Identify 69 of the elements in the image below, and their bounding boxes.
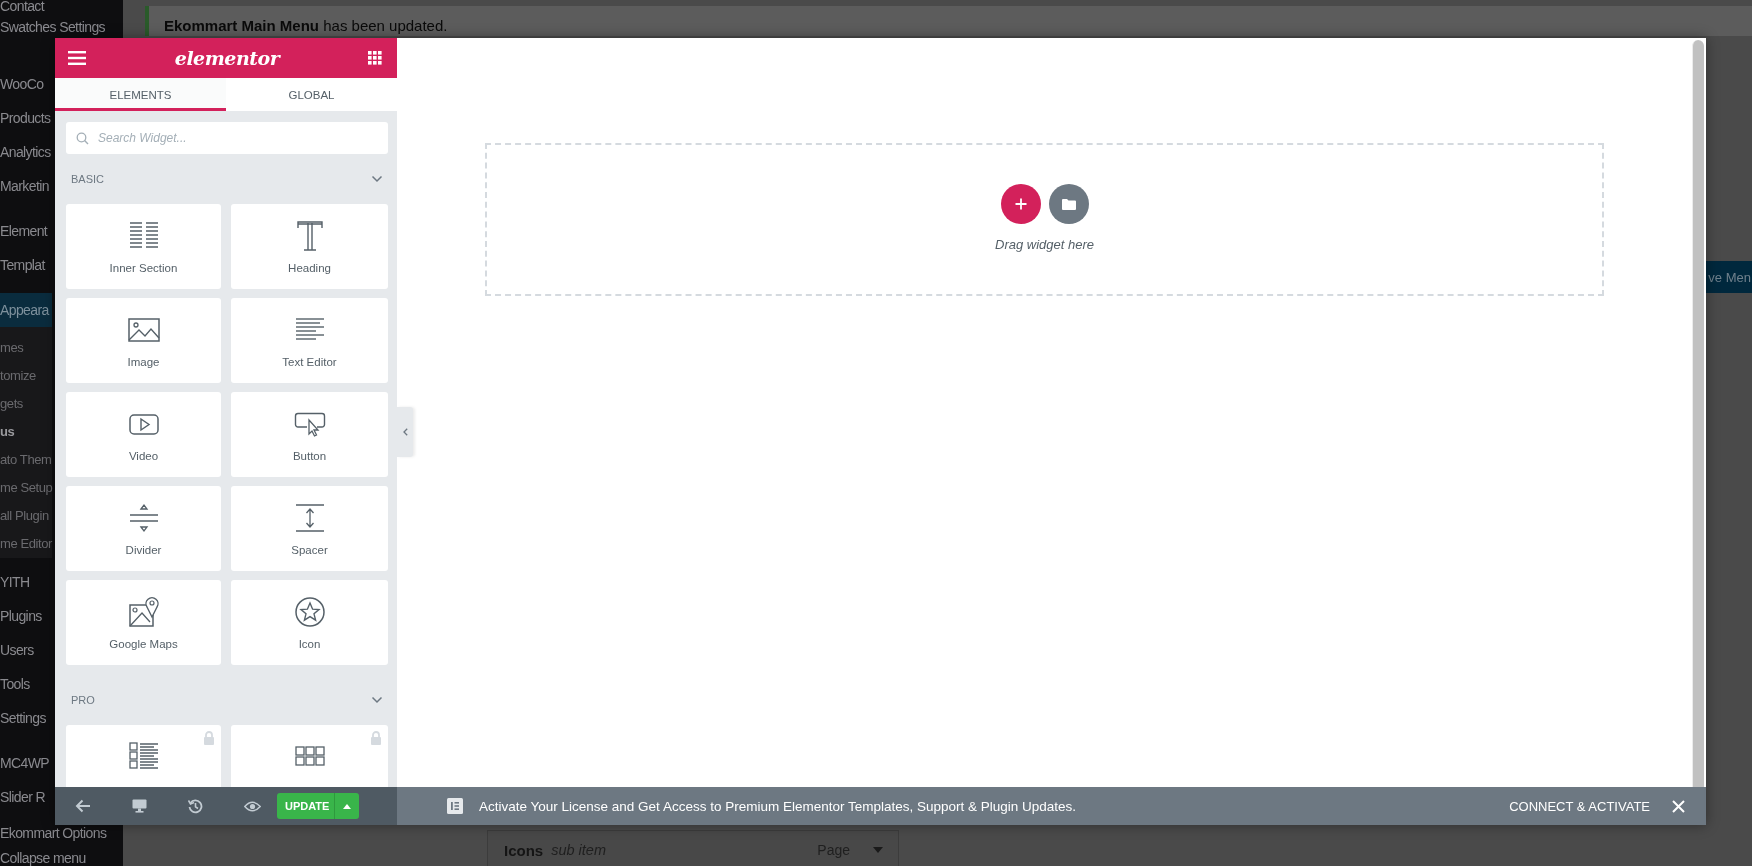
chevron-icon[interactable] (371, 696, 383, 704)
update-notice: Ekommart Main Menu has been updated. (145, 6, 1752, 36)
admin-menu-item[interactable]: Tools (0, 667, 52, 701)
elementor-logo-icon (447, 798, 463, 814)
admin-menu-item[interactable]: Appeara (0, 293, 52, 327)
widget-card[interactable] (231, 725, 388, 787)
chevron-icon[interactable] (371, 175, 383, 183)
admin-submenu-item[interactable]: me Editor (0, 530, 53, 558)
plus-icon (1014, 198, 1027, 210)
widget-card[interactable]: Icon (231, 580, 388, 665)
admin-submenu-item[interactable]: ato Them (0, 446, 52, 474)
admin-menu-item[interactable]: WooCo (0, 67, 52, 101)
widget-card[interactable]: Image (66, 298, 221, 383)
admin-submenu-item[interactable]: mes (0, 327, 52, 362)
admin-menu-item[interactable]: Element (0, 214, 52, 248)
widget-card[interactable]: Heading (231, 204, 388, 289)
search-icon (76, 132, 89, 145)
panel-tab[interactable]: ELEMENTS (55, 78, 226, 111)
widget-card[interactable]: Google Maps (66, 580, 221, 665)
add-template-button[interactable] (1048, 184, 1089, 224)
admin-menu-item[interactable]: Users (0, 633, 52, 667)
scrollbar[interactable] (1692, 40, 1704, 787)
widget-card[interactable]: Text Editor (231, 298, 388, 383)
admin-menu-item[interactable]: Contact (0, 0, 52, 17)
drop-zone[interactable]: Drag widget here (485, 143, 1604, 296)
search-field[interactable]: Search Widget... (66, 122, 388, 154)
widget-card[interactable]: Inner Section (66, 204, 221, 289)
admin-menu-item[interactable]: Marketin (0, 169, 52, 203)
license-message: Activate Your License and Get Access to Premium Elementor Templates, Support & Plugin Updates. (479, 798, 1077, 814)
history-icon[interactable] (188, 798, 203, 814)
chevron-left-icon (402, 428, 408, 436)
collapse-panel-handle[interactable] (397, 407, 413, 457)
menu-icon[interactable] (68, 51, 86, 65)
caret-icon (343, 803, 351, 809)
admin-submenu-item[interactable]: tomize (0, 362, 52, 390)
category-title: BASIC (71, 173, 104, 185)
admin-menu-item[interactable]: Collapse menu (0, 841, 86, 866)
admin-menu-item[interactable]: Templat (0, 248, 52, 282)
save-menu-button[interactable]: ve Men (1706, 261, 1752, 293)
admin-menu-item[interactable]: Analytics (0, 135, 52, 169)
desktop-icon[interactable] (132, 799, 147, 813)
admin-menu-item[interactable]: Ekommart Options (0, 825, 107, 841)
close-icon[interactable] (1672, 799, 1685, 813)
connect-activate-link[interactable]: CONNECT & ACTIVATE (1509, 798, 1650, 814)
widget-card[interactable]: Video (66, 392, 221, 477)
admin-submenu-item[interactable]: us (0, 418, 52, 446)
widget-card[interactable]: Button (231, 392, 388, 477)
category-title: PRO (71, 694, 95, 706)
arrow-left-icon[interactable] (75, 799, 91, 813)
elementor-logo: elementor (174, 47, 280, 69)
admin-submenu-item[interactable]: all Plugin (0, 502, 52, 530)
admin-submenu-item[interactable]: gets (0, 390, 52, 418)
widget-card[interactable] (66, 725, 221, 787)
eye-icon[interactable] (244, 800, 261, 812)
widget-card[interactable]: Divider (66, 486, 221, 571)
admin-menu-item[interactable]: Settings (0, 701, 52, 735)
admin-menu-item[interactable]: MC4WP (0, 746, 52, 780)
drop-hint: Drag widget here (995, 237, 1094, 252)
save-options-button[interactable] (334, 793, 359, 819)
folder-icon (1061, 198, 1076, 210)
admin-menu-item[interactable]: Swatches Settings (0, 17, 105, 37)
admin-menu-item[interactable]: Plugins (0, 599, 52, 633)
admin-menu-item[interactable]: Slider R (0, 780, 52, 814)
add-section-button[interactable] (1000, 184, 1041, 224)
admin-menu-item[interactable]: YITH (0, 565, 52, 599)
admin-submenu-item[interactable]: me Setup (0, 474, 53, 502)
apps-grid-icon[interactable] (368, 51, 382, 65)
admin-menu-item[interactable]: Products (0, 101, 52, 135)
widget-card[interactable]: Spacer (231, 486, 388, 571)
